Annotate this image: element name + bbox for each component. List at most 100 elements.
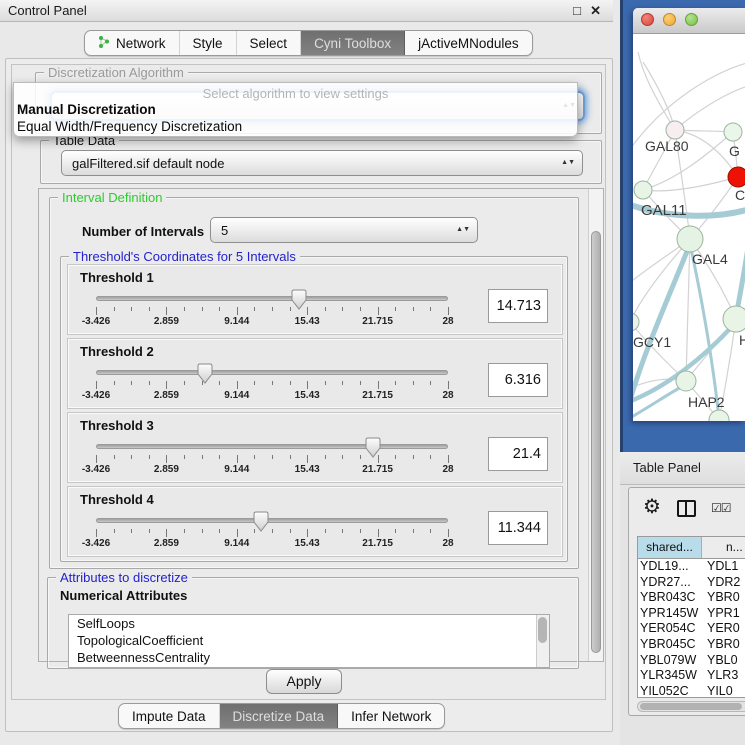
network-node-g[interactable] (724, 123, 742, 141)
threshold-row-threshold-3: Threshold 3-3.4262.8599.14415.4321.71528… (67, 412, 563, 483)
table-row[interactable]: YBL079WYBL0 (638, 653, 745, 669)
threshold-slider-track[interactable] (96, 518, 448, 523)
scrollbar-thumb[interactable] (538, 617, 547, 643)
table-row[interactable]: YDL19...YDL1 (638, 559, 745, 575)
cell-name: YLR3 (702, 668, 738, 684)
list-scrollbar[interactable] (536, 615, 549, 667)
number-of-intervals-combobox[interactable]: 5 ▲▼ (210, 217, 478, 243)
table-row[interactable]: YPR145WYPR1 (638, 606, 745, 622)
numerical-attributes-list[interactable]: SelfLoopsTopologicalCoefficientBetweenne… (68, 614, 550, 668)
float-window-icon[interactable]: □ (573, 0, 581, 21)
column-header-shared[interactable]: shared... (638, 537, 702, 558)
attributes-group: Attributes to discretize Numerical Attri… (47, 577, 579, 669)
table-row[interactable]: YDR27...YDR2 (638, 575, 745, 591)
network-canvas[interactable]: GAL80GCGAL11GAL4GCY1HHAP2 (633, 34, 745, 421)
close-window-icon[interactable]: ✕ (590, 0, 601, 21)
numerical-attributes-label: Numerical Attributes (60, 588, 187, 603)
network-window-titlebar[interactable] (633, 8, 745, 34)
cell-shared-name: YBR043C (638, 590, 702, 606)
threshold-row-threshold-1: Threshold 1-3.4262.8599.14415.4321.71528… (67, 264, 563, 335)
slider-tick-marks (96, 455, 448, 463)
close-traffic-light-icon[interactable] (641, 13, 654, 26)
network-node-label: GCY1 (633, 334, 671, 350)
network-node-gal4[interactable] (677, 226, 703, 252)
threshold-value-field[interactable]: 14.713 (488, 289, 548, 323)
tab-label: Infer Network (351, 709, 431, 724)
group-title: Threshold's Coordinates for 5 Intervals (69, 249, 300, 264)
minimize-traffic-light-icon[interactable] (663, 13, 676, 26)
network-node-label: GAL4 (692, 251, 728, 267)
threshold-slider-track[interactable] (96, 444, 448, 449)
threshold-label: Threshold 1 (80, 270, 154, 285)
tab-jactivemnodules[interactable]: jActiveMNodules (405, 31, 532, 55)
network-node-label: G (729, 143, 740, 159)
network-node-gcy1[interactable] (633, 313, 639, 331)
network-node-label: H (739, 332, 745, 348)
network-node-gal80[interactable] (666, 121, 684, 139)
tab-style[interactable]: Style (180, 31, 237, 55)
table-row[interactable]: YLR345WYLR3 (638, 668, 745, 684)
cell-shared-name: YER054C (638, 621, 702, 637)
threshold-slider-track[interactable] (96, 296, 448, 301)
threshold-row-threshold-4: Threshold 4-3.4262.8599.14415.4321.71528… (67, 486, 563, 557)
interval-definition-group: Interval Definition Number of Intervals … (49, 197, 579, 569)
bottom-tab-bar: Impute DataDiscretize Data Infer Network (118, 703, 445, 729)
tab-cyni-toolbox[interactable]: Cyni Toolbox (301, 31, 405, 55)
slider-tick-marks (96, 307, 448, 315)
attribute-list-item[interactable]: TopologicalCoefficient (69, 632, 549, 649)
tab-infer-network[interactable]: Infer Network (338, 704, 444, 728)
tab-impute-data[interactable]: Impute Data (119, 704, 220, 728)
scrollbar-thumb[interactable] (640, 703, 742, 710)
top-tab-bar: NetworkStyle Select Cyni ToolboxjActiveMNo… (84, 30, 533, 56)
tab-label: Select (250, 36, 288, 51)
network-node-hap2[interactable] (676, 371, 696, 391)
network-node-gal11[interactable] (634, 181, 652, 199)
algorithm-option-manual-discretization[interactable]: Manual Discretization (14, 101, 577, 118)
table-row[interactable]: YER054CYER0 (638, 621, 745, 637)
slider-tick-marks (96, 381, 448, 389)
threshold-value-field[interactable]: 6.316 (488, 363, 548, 397)
slider-tick-labels: -3.4262.8599.14415.4321.71528 (96, 538, 448, 550)
threshold-row-threshold-2: Threshold 2-3.4262.8599.14415.4321.71528… (67, 338, 563, 409)
cell-shared-name: YDR27... (638, 575, 702, 591)
number-of-intervals-label: Number of Intervals (82, 224, 204, 239)
table-horizontal-scrollbar[interactable] (637, 701, 745, 712)
gear-icon[interactable]: ⚙ (643, 494, 661, 519)
scrollbar-thumb[interactable] (591, 231, 601, 653)
network-node-label: GAL80 (645, 138, 689, 154)
threshold-value-field[interactable]: 11.344 (488, 511, 548, 545)
control-panel-titlebar: Control Panel □ ✕ (0, 0, 613, 22)
attribute-list-item[interactable]: BetweennessCentrality (69, 649, 549, 666)
threshold-value-field[interactable]: 21.4 (488, 437, 548, 471)
table-row[interactable]: YIL052CYIL0 (638, 684, 745, 698)
network-node-label: GAL11 (641, 202, 687, 219)
popup-placeholder: Select algorithm to view settings (14, 83, 577, 101)
node-attribute-table[interactable]: shared...n... YDL19...YDL1YDR27...YDR2YB… (637, 536, 745, 698)
network-node-h[interactable] (723, 306, 745, 332)
tab-select[interactable]: Select (237, 31, 302, 55)
group-title: Interval Definition (58, 190, 166, 205)
cell-shared-name: YPR145W (638, 606, 702, 622)
select-columns-icon[interactable]: ☑☑ (711, 501, 731, 515)
attribute-list-item[interactable]: SelfLoops (69, 615, 549, 632)
cell-name: YBR0 (702, 637, 740, 653)
tab-network[interactable]: Network (85, 31, 180, 55)
zoom-traffic-light-icon[interactable] (685, 13, 698, 26)
panel-scrollbar[interactable] (588, 189, 603, 661)
cell-name: YPR1 (702, 606, 740, 622)
apply-button[interactable]: Apply (266, 669, 342, 694)
cell-name: YIL0 (702, 684, 733, 698)
settings-scroll-panel: Interval Definition Number of Intervals … (38, 188, 604, 662)
columns-icon[interactable] (677, 500, 696, 517)
table-row[interactable]: YBR043CYBR0 (638, 590, 745, 606)
network-node-c[interactable] (728, 167, 745, 187)
tab-discretize-data[interactable]: Discretize Data (220, 704, 339, 728)
threshold-slider-track[interactable] (96, 370, 448, 375)
table-data-combobox[interactable]: galFiltered.sif default node ▲▼ (61, 150, 583, 176)
combo-stepper-icon: ▲▼ (456, 227, 470, 233)
column-header-n[interactable]: n... (702, 537, 745, 558)
algorithm-option-equal-width-frequency-discretization[interactable]: Equal Width/Frequency Discretization (14, 118, 577, 135)
network-view-window: GAL80GCGAL11GAL4GCY1HHAP2 (633, 8, 745, 421)
table-row[interactable]: YBR045CYBR0 (638, 637, 745, 653)
group-title: Attributes to discretize (56, 570, 192, 585)
